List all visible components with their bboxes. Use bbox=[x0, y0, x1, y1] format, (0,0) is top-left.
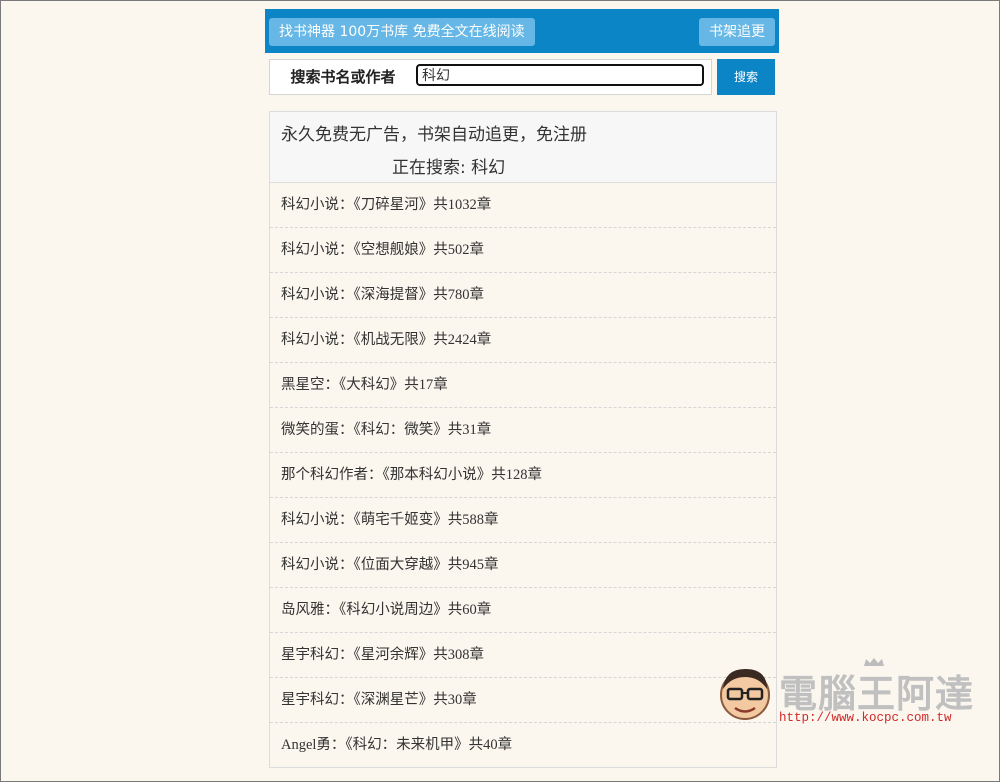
search-bar: 搜索书名或作者 搜索 bbox=[265, 59, 779, 95]
main-column: 找书神器 100万书库 免费全文在线阅读 书架追更 搜索书名或作者 搜索 永久免… bbox=[265, 9, 779, 768]
result-list: 永久免费无广告，书架自动追更，免注册 正在搜索: 科幻 科幻小说：《刀碎星河》共… bbox=[269, 111, 777, 768]
result-item[interactable]: Angel勇：《科幻：未来机甲》共40章 bbox=[270, 723, 776, 767]
watermark-brand: 電腦王阿達 bbox=[779, 672, 975, 716]
search-label: 搜索书名或作者 bbox=[269, 59, 417, 95]
result-item[interactable]: 那个科幻作者：《那本科幻小说》共128章 bbox=[270, 453, 776, 498]
search-button[interactable]: 搜索 bbox=[717, 59, 775, 95]
searching-status: 正在搜索: 科幻 bbox=[392, 158, 506, 178]
result-item[interactable]: 科幻小说：《萌宅千姬变》共588章 bbox=[270, 498, 776, 543]
mascot-face-icon bbox=[720, 669, 770, 720]
slogan-text: 永久免费无广告，书架自动追更，免注册 bbox=[281, 125, 587, 145]
watermark-url: http://www.kocpc.com.tw bbox=[779, 711, 952, 725]
result-item[interactable]: 岛风雅：《科幻小说周边》共60章 bbox=[270, 588, 776, 633]
result-item[interactable]: 黑星空：《大科幻》共17章 bbox=[270, 363, 776, 408]
home-button[interactable]: 找书神器 100万书库 免费全文在线阅读 bbox=[269, 18, 535, 46]
result-item[interactable]: 科幻小说：《深海提督》共780章 bbox=[270, 273, 776, 318]
bookshelf-button[interactable]: 书架追更 bbox=[699, 18, 775, 46]
page-frame: 找书神器 100万书库 免费全文在线阅读 书架追更 搜索书名或作者 搜索 永久免… bbox=[0, 0, 1000, 782]
result-item[interactable]: 科幻小说：《位面大穿越》共945章 bbox=[270, 543, 776, 588]
result-item[interactable]: 科幻小说：《机战无限》共2424章 bbox=[270, 318, 776, 363]
result-item[interactable]: 星宇科幻：《星河余辉》共308章 bbox=[270, 633, 776, 678]
top-bar: 找书神器 100万书库 免费全文在线阅读 书架追更 bbox=[265, 9, 779, 53]
result-item[interactable]: 微笑的蛋：《科幻：微笑》共31章 bbox=[270, 408, 776, 453]
result-item[interactable]: 星宇科幻：《深渊星芒》共30章 bbox=[270, 678, 776, 723]
result-item[interactable]: 科幻小说：《刀碎星河》共1032章 bbox=[270, 183, 776, 228]
result-header: 永久免费无广告，书架自动追更，免注册 正在搜索: 科幻 bbox=[270, 112, 776, 183]
search-input[interactable] bbox=[416, 64, 704, 86]
result-item[interactable]: 科幻小说：《空想舰娘》共502章 bbox=[270, 228, 776, 273]
search-input-box bbox=[415, 59, 712, 95]
watermark: 電腦王阿達 http://www.kocpc.com.tw bbox=[713, 658, 975, 729]
